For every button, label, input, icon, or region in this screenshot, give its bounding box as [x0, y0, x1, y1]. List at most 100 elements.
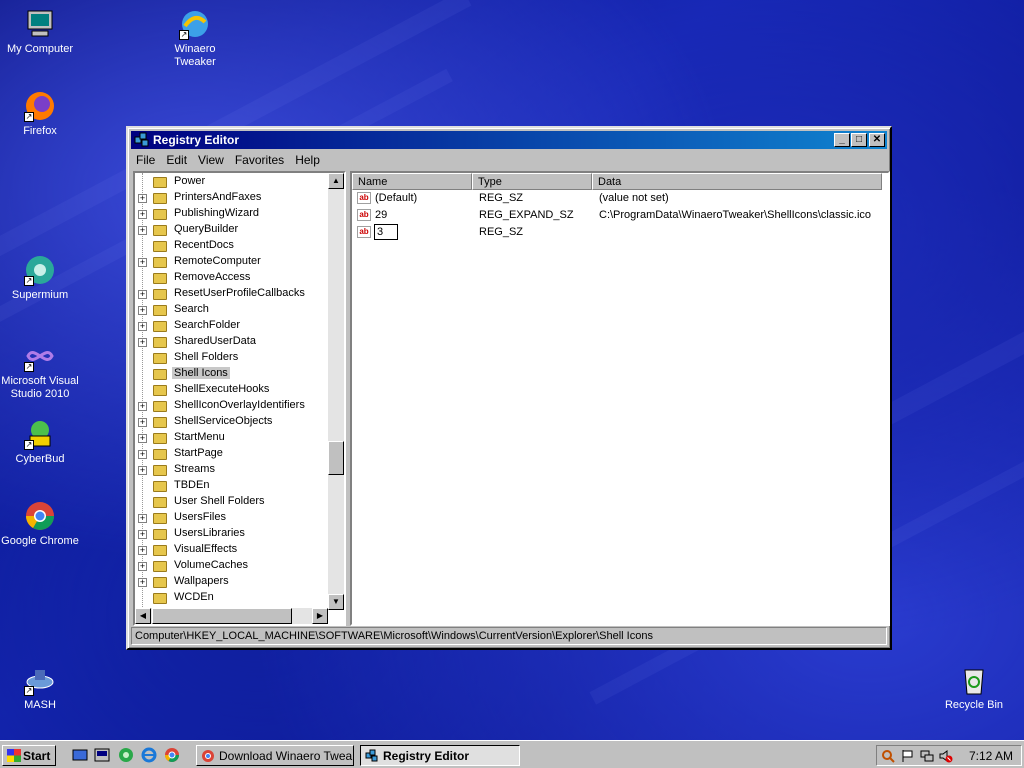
- network-icon[interactable]: [118, 747, 134, 763]
- scroll-thumb[interactable]: [152, 608, 292, 624]
- tree-item[interactable]: + UsersFiles: [135, 510, 330, 526]
- column-header-type[interactable]: Type: [472, 173, 592, 190]
- close-button[interactable]: ✕: [869, 133, 885, 147]
- tree-horizontal-scrollbar[interactable]: ◀ ▶: [135, 608, 328, 624]
- registry-key-tree[interactable]: Power + PrintersAndFaxes + PublishingWizard +…: [133, 171, 346, 626]
- menu-edit[interactable]: Edit: [161, 150, 193, 167]
- taskbar-button-chrome-download[interactable]: Download Winaero Twea...: [196, 745, 354, 766]
- expand-plus-icon[interactable]: +: [138, 338, 147, 347]
- scroll-thumb[interactable]: [328, 441, 344, 475]
- network-tray-icon[interactable]: [920, 749, 934, 763]
- expand-plus-icon[interactable]: +: [138, 322, 147, 331]
- expand-plus-icon[interactable]: +: [138, 562, 147, 571]
- start-button[interactable]: Start: [2, 745, 56, 766]
- expand-plus-icon[interactable]: +: [138, 466, 147, 475]
- tree-item[interactable]: RecentDocs: [135, 238, 330, 254]
- folder-icon: [153, 369, 167, 380]
- expand-plus-icon[interactable]: +: [138, 402, 147, 411]
- value-row[interactable]: ab REG_SZ: [352, 224, 888, 241]
- menu-file[interactable]: File: [131, 150, 161, 167]
- tree-item-label: SearchFolder: [174, 319, 241, 331]
- expand-plus-icon[interactable]: +: [138, 530, 147, 539]
- expand-plus-icon[interactable]: +: [138, 258, 147, 267]
- desktop-icon-visual-studio[interactable]: ↗ Microsoft Visual Studio 2010: [0, 340, 80, 401]
- tree-item-label: SharedUserData: [174, 335, 256, 347]
- show-desktop-icon[interactable]: [72, 747, 88, 763]
- tree-item[interactable]: + PublishingWizard: [135, 206, 330, 222]
- tree-item[interactable]: + ResetUserProfileCallbacks: [135, 286, 330, 302]
- tree-item[interactable]: + VisualEffects: [135, 542, 330, 558]
- desktop-icon-firefox[interactable]: ↗ Firefox: [0, 90, 80, 138]
- clock[interactable]: 7:12 AM: [969, 749, 1013, 763]
- desktop-icon-winaero-tweaker[interactable]: ↗ Winaero Tweaker: [155, 8, 235, 69]
- title-bar[interactable]: Registry Editor _ □ ✕: [131, 131, 887, 149]
- tree-item[interactable]: + Search: [135, 302, 330, 318]
- search-icon[interactable]: [881, 749, 895, 763]
- value-row[interactable]: ab (Default) REG_SZ (value not set): [352, 190, 888, 207]
- tree-item[interactable]: + UsersLibraries: [135, 526, 330, 542]
- tree-item[interactable]: User Shell Folders: [135, 494, 330, 510]
- menu-favorites[interactable]: Favorites: [230, 150, 290, 167]
- flag-icon[interactable]: [901, 749, 915, 763]
- tree-item[interactable]: + QueryBuilder: [135, 222, 330, 238]
- registry-values-list[interactable]: Name Type Data ab (Default) REG_SZ (valu…: [350, 171, 890, 626]
- expand-plus-icon[interactable]: +: [138, 546, 147, 555]
- desktop-icon-supermium[interactable]: ↗ Supermium: [0, 254, 80, 302]
- menu-help[interactable]: Help: [290, 150, 326, 167]
- scroll-left-button[interactable]: ◀: [135, 608, 151, 624]
- tree-item[interactable]: RemoveAccess: [135, 270, 330, 286]
- maximize-button[interactable]: □: [851, 133, 867, 147]
- volume-muted-icon[interactable]: [939, 749, 953, 763]
- expand-plus-icon[interactable]: +: [138, 210, 147, 219]
- scroll-down-button[interactable]: ▼: [328, 594, 344, 610]
- tree-item[interactable]: Shell Icons: [135, 366, 330, 382]
- tree-vertical-scrollbar[interactable]: ▲ ▼: [328, 173, 344, 610]
- tree-item[interactable]: + Wallpapers: [135, 574, 330, 590]
- tree-item[interactable]: + RemoteComputer: [135, 254, 330, 270]
- expand-plus-icon[interactable]: +: [138, 290, 147, 299]
- rename-value-input[interactable]: [374, 224, 398, 240]
- tree-item[interactable]: TBDEn: [135, 478, 330, 494]
- cyberbud-icon: ↗: [24, 418, 56, 450]
- tree-item[interactable]: WCDEn: [135, 590, 330, 606]
- menu-view[interactable]: View: [193, 150, 230, 167]
- expand-plus-icon[interactable]: +: [138, 514, 147, 523]
- scroll-right-button[interactable]: ▶: [312, 608, 328, 624]
- desktop-icon-mash[interactable]: ↗ MASH: [0, 664, 80, 712]
- tree-item[interactable]: + VolumeCaches: [135, 558, 330, 574]
- tree-item[interactable]: + StartPage: [135, 446, 330, 462]
- window-title: Registry Editor: [153, 133, 240, 147]
- shortcut-arrow-icon: ↗: [179, 30, 189, 40]
- value-row[interactable]: ab 29 REG_EXPAND_SZ C:\ProgramData\Winae…: [352, 207, 888, 224]
- desktop-icon-recycle-bin[interactable]: Recycle Bin: [934, 664, 1014, 712]
- column-header-data[interactable]: Data: [592, 173, 882, 190]
- tree-item[interactable]: + ShellIconOverlayIdentifiers: [135, 398, 330, 414]
- tree-item[interactable]: + SearchFolder: [135, 318, 330, 334]
- taskbar-button-registry-editor[interactable]: Registry Editor: [360, 745, 520, 766]
- expand-plus-icon[interactable]: +: [138, 578, 147, 587]
- tree-item[interactable]: ShellExecuteHooks: [135, 382, 330, 398]
- minimize-button[interactable]: _: [834, 133, 850, 147]
- chrome-quicklaunch-icon[interactable]: [164, 747, 180, 763]
- tree-item[interactable]: Power: [135, 174, 330, 190]
- tree-item[interactable]: + Streams: [135, 462, 330, 478]
- internet-explorer-icon[interactable]: [141, 747, 157, 763]
- tree-item[interactable]: Shell Folders: [135, 350, 330, 366]
- tree-item[interactable]: + PrintersAndFaxes: [135, 190, 330, 206]
- expand-plus-icon[interactable]: +: [138, 434, 147, 443]
- desktop-icon-cyberbud[interactable]: ↗ CyberBud: [0, 418, 80, 466]
- desktop-icon-google-chrome[interactable]: Google Chrome: [0, 500, 80, 548]
- scroll-up-button[interactable]: ▲: [328, 173, 344, 189]
- expand-plus-icon[interactable]: +: [138, 306, 147, 315]
- folder-icon: [153, 497, 167, 508]
- expand-plus-icon[interactable]: +: [138, 418, 147, 427]
- explorer-icon[interactable]: [94, 747, 110, 763]
- tree-item[interactable]: + StartMenu: [135, 430, 330, 446]
- column-header-name[interactable]: Name: [352, 173, 472, 190]
- desktop-icon-my-computer[interactable]: My Computer: [0, 8, 80, 56]
- tree-item[interactable]: + ShellServiceObjects: [135, 414, 330, 430]
- expand-plus-icon[interactable]: +: [138, 194, 147, 203]
- expand-plus-icon[interactable]: +: [138, 226, 147, 235]
- tree-item[interactable]: + SharedUserData: [135, 334, 330, 350]
- expand-plus-icon[interactable]: +: [138, 450, 147, 459]
